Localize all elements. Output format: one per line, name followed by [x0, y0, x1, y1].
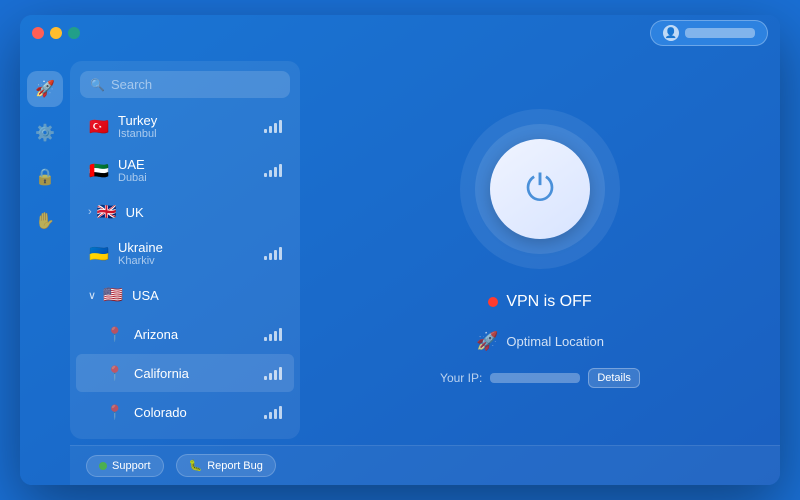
power-ring-middle: ⏻ — [475, 124, 605, 254]
your-ip-label: Your IP: — [440, 371, 482, 385]
server-list: 🇹🇷 Turkey Istanbul 🇦🇪 UAE Dubai — [70, 104, 300, 439]
sidebar-item-rocket[interactable]: 🚀 — [27, 71, 63, 107]
uae-signal — [264, 164, 282, 177]
uae-name: UAE Dubai — [118, 157, 264, 184]
turkey-signal — [264, 120, 282, 133]
sidebar-item-settings[interactable]: ⚙️ — [27, 115, 63, 151]
usa-flag: 🇺🇸 — [102, 284, 124, 306]
california-signal — [264, 367, 282, 380]
optimal-location: 🚀 Optimal Location — [476, 331, 604, 352]
window-controls — [32, 27, 80, 39]
user-badge[interactable]: 👤 — [650, 20, 768, 46]
uae-flag: 🇦🇪 — [88, 160, 110, 182]
usa-name: USA — [132, 288, 282, 303]
report-bug-label: Report Bug — [207, 460, 263, 472]
bottom-bar: Support 🐛 Report Bug — [70, 445, 780, 485]
colorado-name: Colorado — [134, 405, 264, 420]
close-button[interactable] — [32, 27, 44, 39]
vpn-status: VPN is OFF — [488, 293, 591, 311]
sidebar-item-privacy[interactable]: ✋ — [27, 203, 63, 239]
minimize-button[interactable] — [50, 27, 62, 39]
power-icon: ⏻ — [526, 167, 554, 210]
turkey-name: Turkey Istanbul — [118, 113, 264, 140]
ip-address-value — [490, 373, 580, 383]
california-name: California — [134, 366, 264, 381]
colorado-pin-icon: 📍 — [104, 401, 126, 423]
status-dot-off — [488, 297, 498, 307]
server-item-florida[interactable]: 📍 Florida — [76, 432, 294, 439]
colorado-signal — [264, 406, 282, 419]
power-button[interactable]: ⏻ — [490, 139, 590, 239]
report-bug-button[interactable]: 🐛 Report Bug — [176, 454, 276, 477]
turkey-flag: 🇹🇷 — [88, 116, 110, 138]
support-button[interactable]: Support — [86, 455, 164, 477]
uk-expand-icon: › — [88, 206, 92, 218]
ukraine-signal — [264, 247, 282, 260]
power-ring-outer: ⏻ — [460, 109, 620, 269]
server-item-colorado[interactable]: 📍 Colorado — [76, 393, 294, 431]
right-panel: ⏻ VPN is OFF 🚀 Optimal Location Your IP:… — [300, 15, 780, 485]
server-item-arizona[interactable]: 📍 Arizona — [76, 315, 294, 353]
search-input[interactable] — [111, 77, 280, 92]
user-icon: 👤 — [663, 25, 679, 41]
server-panel: 🔍 🇹🇷 Turkey Istanbul 🇦🇪 UAE — [70, 61, 300, 439]
search-bar: 🔍 — [80, 71, 290, 98]
uk-flag: 🇬🇧 — [96, 201, 118, 223]
maximize-button[interactable] — [68, 27, 80, 39]
sidebar-item-lock[interactable]: 🔒 — [27, 159, 63, 195]
optimal-rocket-icon: 🚀 — [476, 331, 498, 352]
server-item-california[interactable]: 📍 California — [76, 354, 294, 392]
user-name — [685, 28, 755, 38]
uk-name: UK — [126, 205, 282, 220]
title-bar: 👤 — [20, 15, 780, 51]
arizona-signal — [264, 328, 282, 341]
usa-expand-icon: ∨ — [88, 289, 96, 302]
california-pin-icon: 📍 — [104, 362, 126, 384]
server-item-usa[interactable]: ∨ 🇺🇸 USA — [76, 276, 294, 314]
server-item-ukraine[interactable]: 🇺🇦 Ukraine Kharkiv — [76, 232, 294, 275]
sidebar: 🚀 ⚙️ 🔒 ✋ — [20, 15, 70, 485]
support-label: Support — [112, 460, 151, 472]
server-item-uae[interactable]: 🇦🇪 UAE Dubai — [76, 149, 294, 192]
support-status-dot — [99, 462, 107, 470]
optimal-location-label: Optimal Location — [506, 334, 604, 349]
server-item-uk[interactable]: › 🇬🇧 UK — [76, 193, 294, 231]
ukraine-name: Ukraine Kharkiv — [118, 240, 264, 267]
search-icon: 🔍 — [90, 78, 105, 92]
bug-icon: 🐛 — [189, 459, 203, 472]
arizona-pin-icon: 📍 — [104, 323, 126, 345]
app-window: 👤 🚀 ⚙️ 🔒 ✋ 🔍 🇹🇷 Turkey Istanbul — [20, 15, 780, 485]
arizona-name: Arizona — [134, 327, 264, 342]
details-button[interactable]: Details — [588, 368, 640, 388]
ip-row: Your IP: Details — [440, 368, 640, 388]
ukraine-flag: 🇺🇦 — [88, 243, 110, 265]
server-item-turkey[interactable]: 🇹🇷 Turkey Istanbul — [76, 105, 294, 148]
vpn-status-label: VPN is OFF — [506, 293, 591, 311]
